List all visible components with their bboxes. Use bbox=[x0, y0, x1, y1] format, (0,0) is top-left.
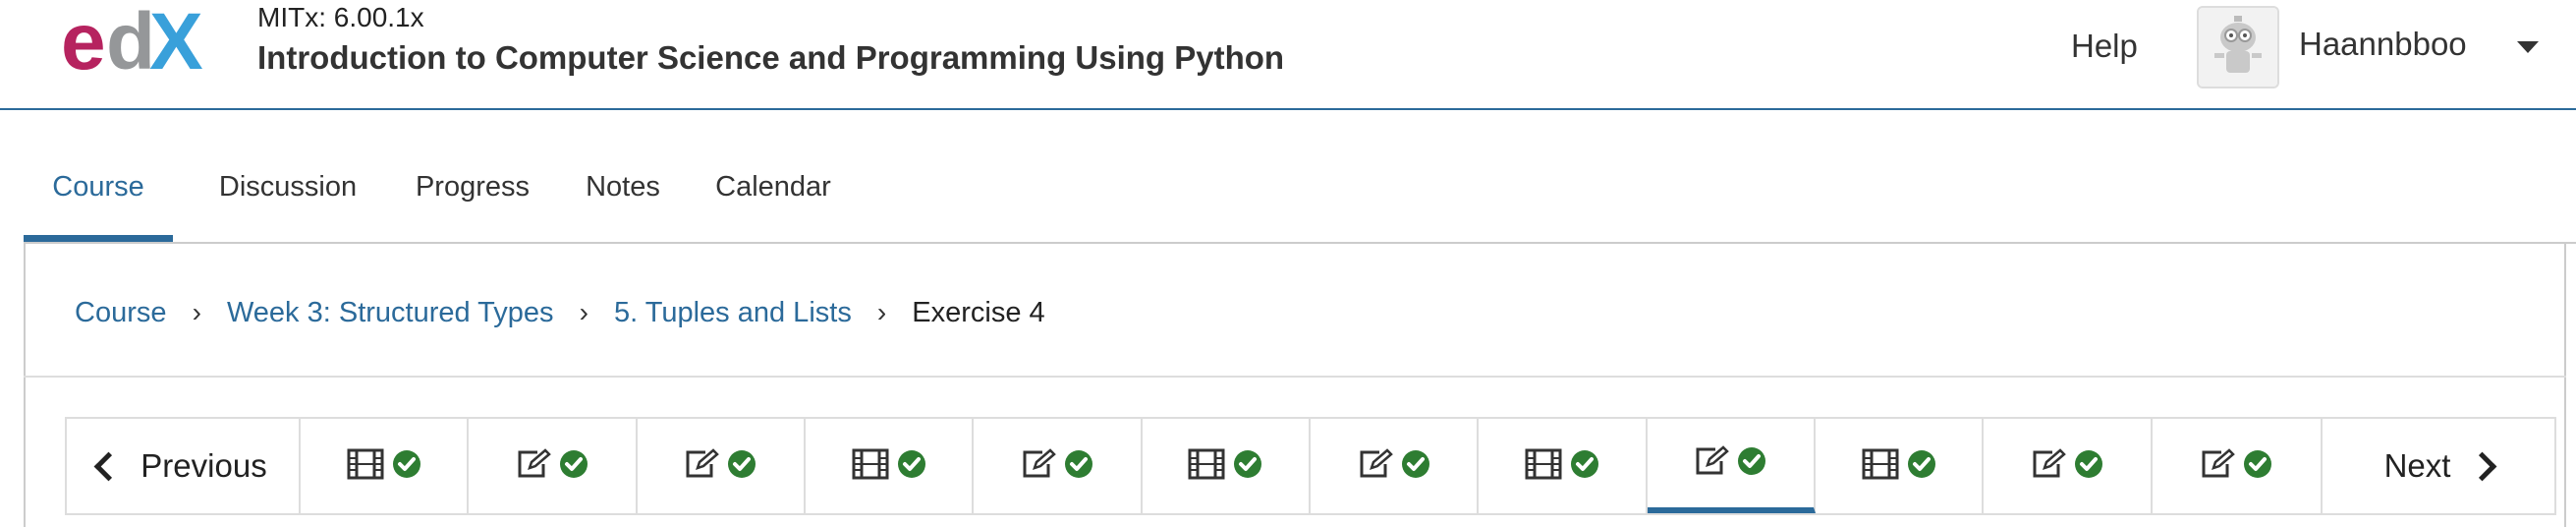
breadcrumb-week[interactable]: Week 3: Structured Types bbox=[227, 297, 554, 328]
svg-text:d: d bbox=[106, 0, 155, 77]
course-title: Introduction to Computer Science and Pro… bbox=[257, 39, 1285, 76]
edx-logo[interactable]: e d X bbox=[59, 0, 226, 77]
sequence-unit-tab[interactable] bbox=[2153, 419, 2321, 513]
course-tabs: Course Discussion Progress Notes Calenda… bbox=[24, 147, 2576, 244]
breadcrumb: Course › Week 3: Structured Types › 5. T… bbox=[75, 297, 1045, 329]
check-circle-icon bbox=[1570, 449, 1599, 484]
tab-calendar[interactable]: Calendar bbox=[701, 147, 845, 242]
tab-course[interactable]: Course bbox=[24, 147, 173, 242]
sequence-unit-tab[interactable] bbox=[1479, 419, 1648, 513]
sequence-unit-tab[interactable] bbox=[1647, 419, 1816, 513]
breadcrumb-course[interactable]: Course bbox=[75, 297, 167, 328]
sequence-nav: Previous Next bbox=[65, 417, 2556, 515]
next-button[interactable]: Next bbox=[2321, 419, 2554, 513]
chevron-right-icon bbox=[2468, 451, 2497, 481]
check-circle-icon bbox=[1064, 449, 1093, 484]
breadcrumb-current: Exercise 4 bbox=[912, 297, 1045, 328]
chevron-right-icon: › bbox=[876, 297, 887, 327]
divider bbox=[24, 376, 2566, 378]
breadcrumb-section[interactable]: 5. Tuples and Lists bbox=[614, 297, 852, 328]
check-circle-icon bbox=[897, 449, 926, 484]
tab-progress[interactable]: Progress bbox=[401, 147, 544, 242]
check-circle-icon bbox=[392, 449, 421, 484]
tab-notes[interactable]: Notes bbox=[570, 147, 676, 242]
check-circle-icon bbox=[727, 449, 756, 484]
problem-icon bbox=[1694, 444, 1730, 482]
check-circle-icon bbox=[1907, 449, 1936, 484]
sequence-unit-tab[interactable] bbox=[301, 419, 470, 513]
video-icon bbox=[1525, 448, 1562, 485]
sequence-unit-tab[interactable] bbox=[638, 419, 806, 513]
robot-avatar-icon bbox=[2199, 8, 2277, 87]
course-org: MITx: 6.00.1x bbox=[257, 2, 424, 32]
chevron-right-icon: › bbox=[579, 297, 588, 327]
next-label: Next bbox=[2383, 447, 2451, 484]
username[interactable]: Haannbboo bbox=[2299, 26, 2467, 63]
user-menu[interactable]: Haannbboo bbox=[2197, 6, 2550, 90]
check-circle-icon bbox=[559, 449, 588, 484]
help-link[interactable]: Help bbox=[2071, 28, 2138, 65]
site-header: e d X MITx: 6.00.1x Introduction to Comp… bbox=[0, 0, 2576, 110]
svg-text:e: e bbox=[61, 0, 106, 77]
check-circle-icon bbox=[1401, 449, 1430, 484]
sequence-unit-tab[interactable] bbox=[1984, 419, 2153, 513]
problem-icon bbox=[1358, 447, 1393, 485]
video-icon bbox=[852, 448, 889, 485]
problem-icon bbox=[2200, 447, 2236, 485]
check-circle-icon bbox=[1737, 446, 1766, 481]
problem-icon bbox=[1021, 447, 1056, 485]
problem-icon bbox=[684, 447, 720, 485]
sequence-unit-tab[interactable] bbox=[1143, 419, 1311, 513]
problem-icon bbox=[516, 447, 551, 485]
chevron-down-icon[interactable] bbox=[2517, 41, 2539, 53]
video-icon bbox=[1862, 448, 1899, 485]
sequence-unit-tab[interactable] bbox=[1311, 419, 1480, 513]
tab-discussion[interactable]: Discussion bbox=[195, 147, 381, 242]
video-icon bbox=[1188, 448, 1225, 485]
sequence-unit-tab[interactable] bbox=[469, 419, 638, 513]
check-circle-icon bbox=[1233, 449, 1262, 484]
sequence-unit-tab[interactable] bbox=[1816, 419, 1985, 513]
video-icon bbox=[347, 448, 384, 485]
check-circle-icon bbox=[2074, 449, 2103, 484]
sequence-unit-tab[interactable] bbox=[806, 419, 975, 513]
sequence-unit-tab[interactable] bbox=[974, 419, 1143, 513]
avatar[interactable] bbox=[2197, 6, 2279, 88]
previous-button[interactable]: Previous bbox=[67, 419, 301, 513]
chevron-right-icon: › bbox=[192, 297, 201, 327]
previous-label: Previous bbox=[140, 447, 267, 484]
problem-icon bbox=[2031, 447, 2066, 485]
chevron-left-icon bbox=[93, 451, 124, 481]
svg-text:X: X bbox=[149, 0, 203, 77]
check-circle-icon bbox=[2243, 449, 2272, 484]
